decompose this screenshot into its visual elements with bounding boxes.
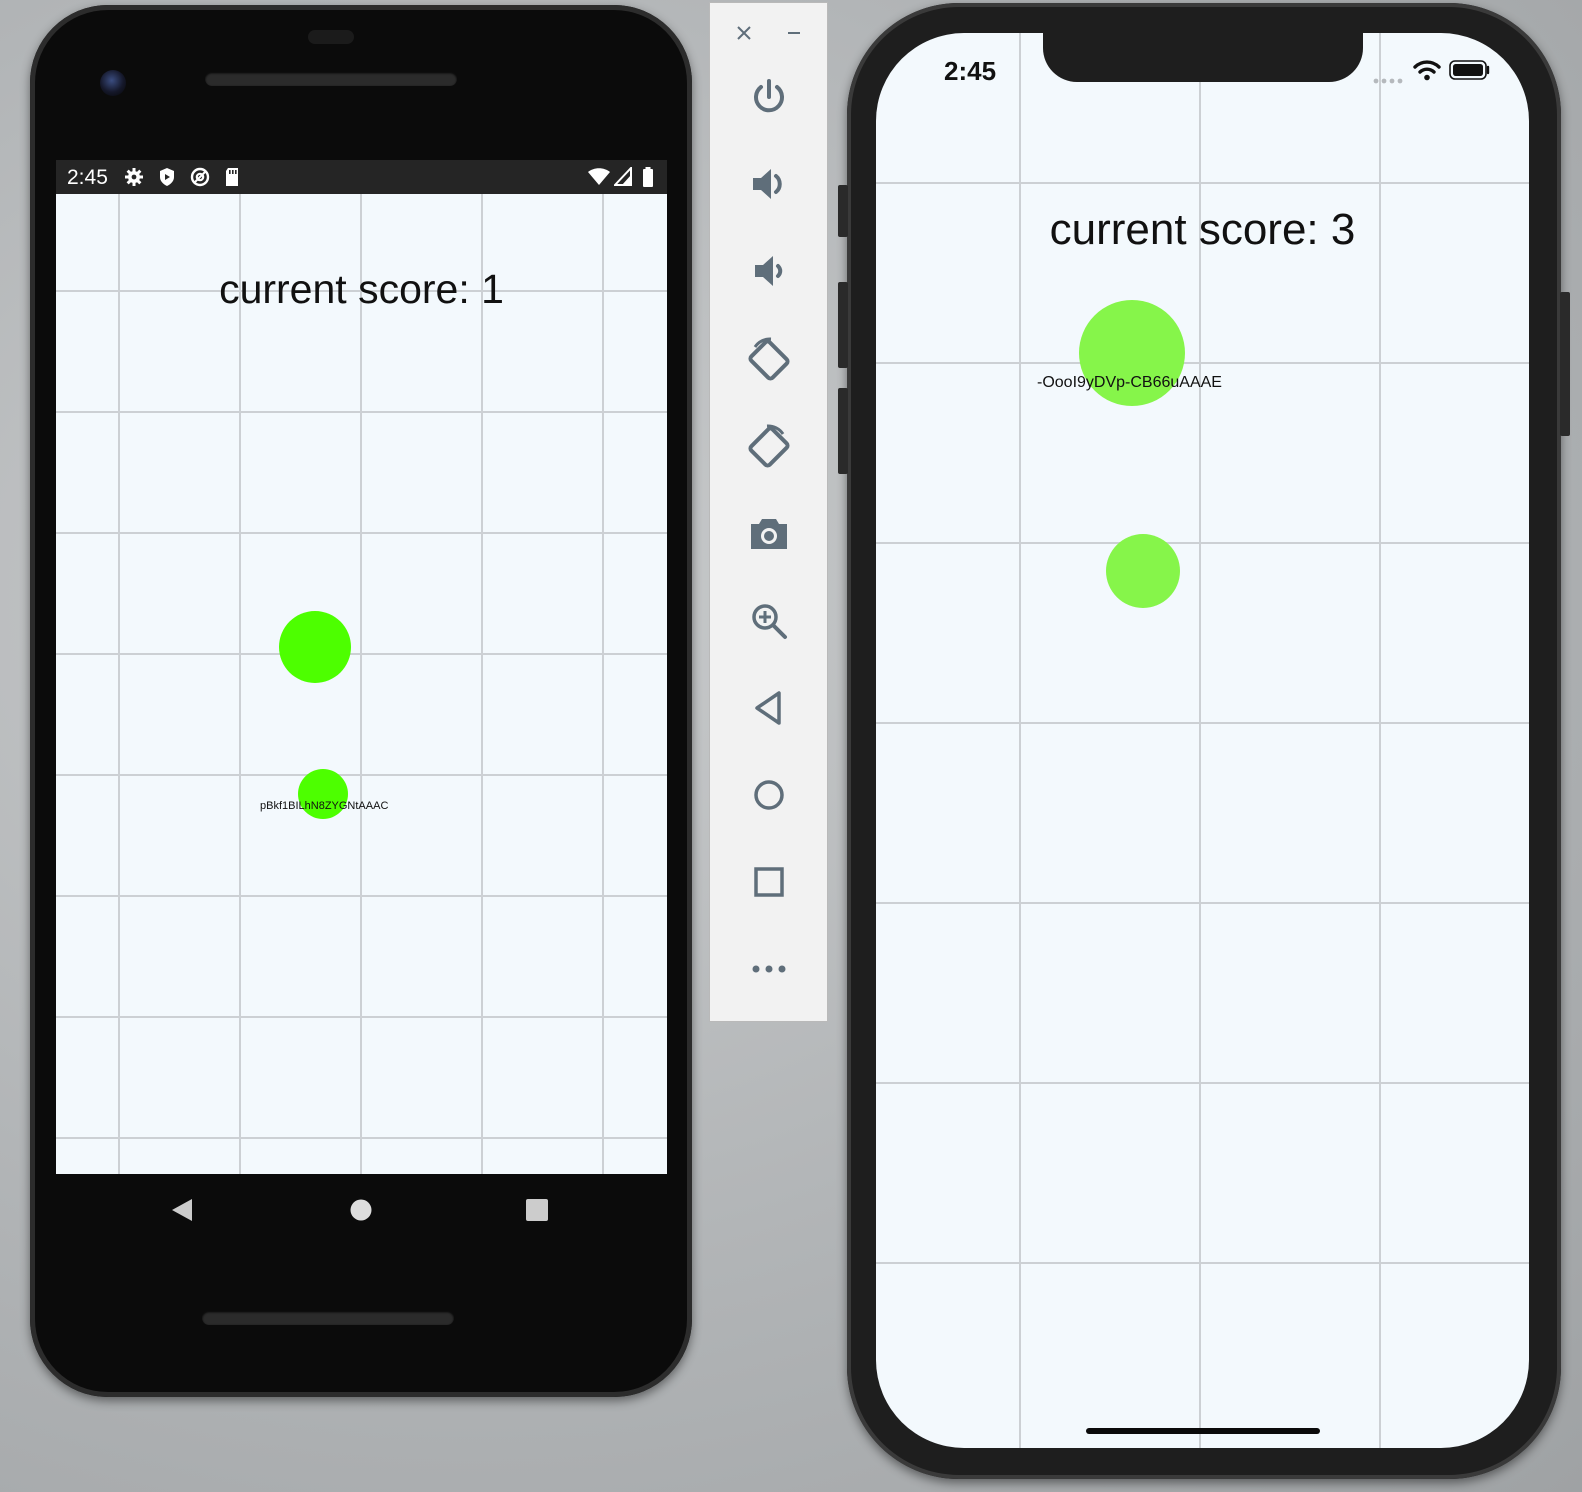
ios-game-canvas[interactable]: current score: 3 -OooI9yDVp-CB66uAAAE [876, 33, 1529, 1448]
overview-button[interactable] [710, 852, 827, 912]
signal-icon [612, 165, 632, 192]
back-icon [749, 688, 789, 728]
volume-up-button[interactable] [710, 154, 827, 214]
score-label: current score: 3 [1049, 205, 1356, 254]
gear-icon [124, 167, 144, 192]
android-top-speaker [205, 72, 457, 86]
back-button[interactable] [710, 678, 827, 738]
grid-line [876, 902, 1529, 904]
rotate-right-icon [745, 422, 793, 470]
grid-line [239, 194, 241, 1174]
iphone-mute-switch [838, 185, 848, 237]
grid-line [118, 194, 120, 1174]
android-status-bar: 2:45 [56, 160, 667, 194]
shield-icon [158, 167, 176, 192]
grid-line [481, 194, 483, 1174]
at-icon [190, 167, 210, 192]
grid-line [876, 362, 1529, 364]
camera-icon [748, 513, 790, 553]
player-id-label: -OooI9yDVp-CB66uAAAE [1037, 374, 1222, 391]
close-icon[interactable] [736, 25, 752, 46]
recents-icon[interactable] [526, 1199, 548, 1226]
iphone-volume-up-button [838, 282, 848, 368]
grid-line [876, 182, 1529, 184]
android-status-time: 2:45 [67, 166, 108, 189]
android-game-canvas[interactable]: current score: 1 pBkf1BILhN8ZYGNtAAAC [56, 194, 667, 1174]
rotate-right-button[interactable] [710, 416, 827, 476]
zoom-button[interactable] [710, 591, 827, 651]
wifi-icon [1413, 59, 1441, 86]
grid-line [602, 194, 604, 1174]
home-icon[interactable] [350, 1199, 372, 1226]
more-icon [749, 959, 789, 979]
home-icon [749, 775, 789, 815]
grid-line [56, 895, 667, 897]
player-dot [279, 611, 351, 683]
rotate-left-button[interactable] [710, 329, 827, 389]
android-bottom-speaker [202, 1311, 454, 1325]
home-indicator[interactable] [1086, 1428, 1320, 1434]
home-button[interactable] [710, 765, 827, 825]
grid-line [876, 542, 1529, 544]
grid-line [876, 1262, 1529, 1264]
power-icon [749, 77, 789, 117]
grid-line [360, 194, 362, 1174]
grid-line [56, 1137, 667, 1139]
grid-line [56, 532, 667, 534]
iphone-side-button [1560, 292, 1570, 436]
android-nav-bar [56, 1174, 667, 1246]
signal-dots-icon [1373, 72, 1405, 90]
grid-line [56, 774, 667, 776]
power-button[interactable] [710, 67, 827, 127]
score-label: current score: 1 [219, 266, 504, 312]
volume-down-icon [749, 251, 789, 291]
iphone-volume-down-button [838, 388, 848, 474]
volume-down-button[interactable] [710, 241, 827, 301]
wifi-icon [588, 167, 610, 192]
emulator-toolbar [709, 2, 828, 1022]
grid-line [876, 722, 1529, 724]
zoom-icon [749, 601, 789, 641]
player-id-label: pBkf1BILhN8ZYGNtAAAC [260, 800, 389, 812]
grid-line [56, 1016, 667, 1018]
screenshot-button[interactable] [710, 503, 827, 563]
battery-icon [642, 167, 654, 192]
player-dot [1106, 534, 1180, 608]
android-earpiece [308, 30, 354, 44]
sd-card-icon [224, 167, 240, 192]
grid-line [56, 653, 667, 655]
more-button[interactable] [710, 939, 827, 999]
grid-line [876, 1082, 1529, 1084]
rotate-left-icon [745, 335, 793, 383]
front-camera-icon [100, 70, 126, 96]
back-icon[interactable] [170, 1198, 194, 1227]
volume-up-icon [749, 164, 789, 204]
minimize-icon[interactable] [786, 25, 802, 46]
iphone-notch [1043, 30, 1363, 82]
overview-icon [749, 862, 789, 902]
battery-icon [1449, 59, 1491, 86]
ios-status-time: 2:45 [944, 56, 997, 86]
grid-line [56, 411, 667, 413]
